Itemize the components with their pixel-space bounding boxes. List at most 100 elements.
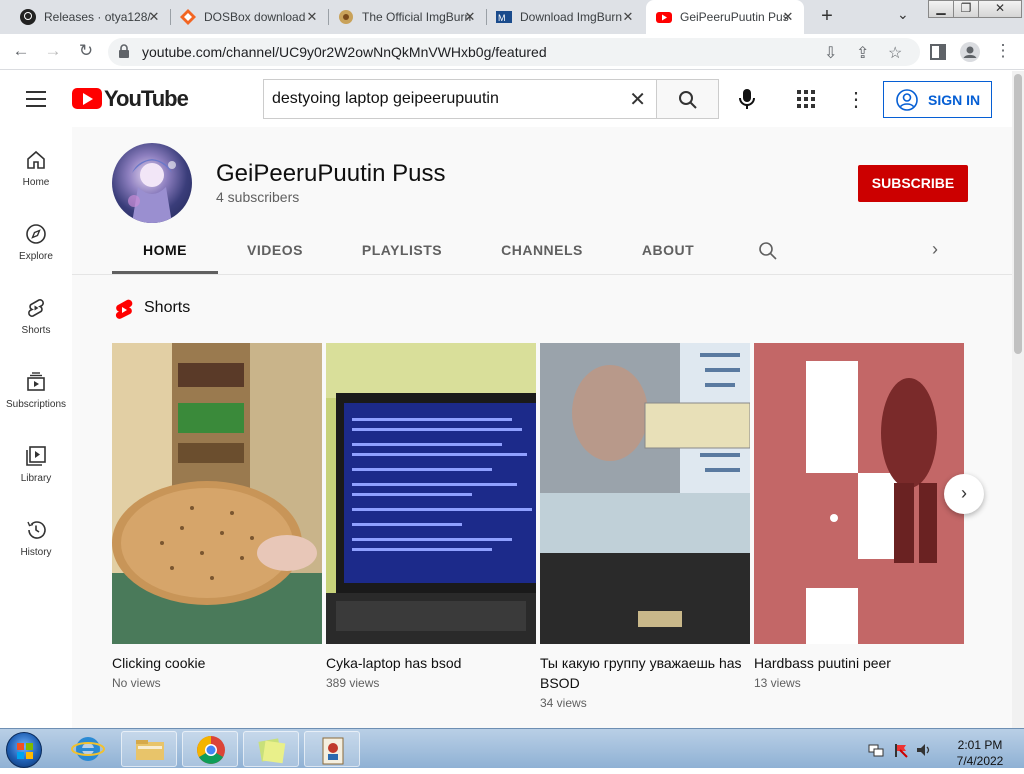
close-tab-icon[interactable]: ✕ [146, 9, 162, 25]
nav-item-home[interactable]: Home [0, 137, 72, 211]
short-views: No views [112, 676, 161, 690]
start-button[interactable] [6, 732, 42, 768]
reload-icon[interactable]: ↻ [75, 41, 97, 61]
short-title[interactable]: Ты какую группу уважаешь has BSOD [540, 653, 745, 693]
imgburn-icon [339, 10, 353, 24]
search-query[interactable]: destyoing laptop geipeerupuutin [272, 90, 499, 108]
channel-header: GeiPeeruPuutin Puss 4 subscribers SUBSCR… [72, 127, 1012, 274]
shorts-section-title: Shorts [144, 299, 191, 316]
browser-tab-imgburn-download[interactable]: M Download ImgBurn ✕ [486, 0, 644, 34]
settings-kebab-icon[interactable]: ⋮ [846, 87, 866, 112]
search-input[interactable]: destyoing laptop geipeerupuutin ✕ [263, 79, 656, 119]
short-title[interactable]: Hardbass puutini peer [754, 653, 959, 673]
hamburger-menu-icon[interactable] [26, 91, 46, 107]
internet-explorer-taskbar-button[interactable] [60, 731, 116, 767]
new-tab-button[interactable]: + [817, 5, 837, 28]
sourceforge-icon [180, 9, 196, 25]
nav-label: Subscriptions [5, 399, 67, 410]
forward-arrow-icon[interactable]: → [42, 41, 64, 61]
windows-logo-icon [17, 743, 33, 759]
close-tab-icon[interactable]: ✕ [462, 9, 478, 25]
network-icon[interactable] [868, 742, 884, 758]
history-icon [27, 521, 46, 539]
install-app-icon[interactable]: ⇩ [824, 43, 837, 63]
browser-tab-strip: Releases · otya128/ ✕ DOSBox download ✕ … [0, 0, 1024, 34]
nav-item-explore[interactable]: Explore [0, 211, 72, 285]
shorts-logo-icon [115, 299, 133, 319]
url-text: youtube.com/channel/UC9y0r2W2owNnQkMnVWH… [142, 44, 547, 60]
clear-search-icon[interactable]: ✕ [629, 87, 646, 112]
tab-home[interactable]: HOME [112, 234, 218, 274]
bsod-laptop-thumbnail-image [326, 343, 536, 644]
side-panel-icon[interactable] [930, 44, 946, 60]
tab-title: GeiPeeruPuutin Pus [680, 10, 789, 24]
nav-label: Shorts [21, 325, 51, 336]
game-taskbar-button[interactable] [304, 731, 360, 767]
short-card[interactable]: Ты какую группу уважаешь has BSOD 34 vie… [540, 343, 750, 710]
page-scrollbar[interactable] [1012, 71, 1024, 728]
short-card[interactable]: Cyka-laptop has bsod 389 views [326, 343, 536, 690]
clock-date[interactable]: 7/4/2022 [950, 754, 1010, 768]
short-thumbnail[interactable] [540, 343, 750, 644]
channel-search-icon[interactable] [758, 241, 778, 261]
subscribe-button[interactable]: SUBSCRIBE [858, 165, 968, 202]
browser-tab-releases[interactable]: Releases · otya128/ ✕ [10, 0, 170, 34]
bookmark-star-icon[interactable]: ☆ [888, 43, 902, 63]
search-icon [679, 91, 697, 109]
browser-toolbar: ← → ↻ youtube.com/channel/UC9y0r2W2owNnQ… [0, 34, 1024, 70]
tab-playlists[interactable]: PLAYLISTS [352, 234, 452, 274]
chevron-right-icon[interactable]: › [932, 239, 938, 260]
shorts-next-button[interactable]: › [944, 474, 984, 514]
card-game-icon [322, 737, 344, 765]
sign-in-button[interactable]: SIGN IN [883, 81, 992, 118]
chrome-taskbar-button[interactable] [182, 731, 238, 767]
chevron-down-icon[interactable]: ⌄ [897, 6, 909, 23]
apps-grid-icon[interactable] [797, 90, 815, 108]
close-tab-icon[interactable]: ✕ [304, 9, 320, 25]
minimize-button[interactable]: ▁ [928, 0, 954, 18]
maximize-button[interactable]: ❐ [953, 0, 979, 18]
microphone-icon[interactable] [735, 87, 759, 111]
close-window-button[interactable]: ✕ [978, 0, 1022, 18]
short-title[interactable]: Clicking cookie [112, 653, 317, 673]
channel-avatar[interactable] [112, 143, 192, 223]
scrollbar-thumb[interactable] [1014, 74, 1022, 354]
close-tab-icon[interactable]: ✕ [620, 9, 636, 25]
youtube-logo-icon[interactable] [72, 88, 102, 109]
nav-label: Explore [19, 251, 53, 262]
screen-photo-thumbnail-image [540, 343, 750, 644]
nav-item-history[interactable]: History [0, 507, 72, 581]
shorts-icon [28, 299, 44, 317]
back-arrow-icon[interactable]: ← [10, 41, 32, 61]
windows-taskbar: 2:01 PM 7/4/2022 [0, 728, 1024, 768]
browser-tab-imgburn-official[interactable]: The Official ImgBurn ✕ [328, 0, 486, 34]
clock-time[interactable]: 2:01 PM [950, 738, 1010, 752]
channel-name: GeiPeeruPuutin Puss [216, 160, 446, 187]
close-tab-icon[interactable]: ✕ [780, 9, 796, 25]
short-title[interactable]: Cyka-laptop has bsod [326, 653, 531, 673]
nav-label: History [20, 547, 52, 558]
short-thumbnail[interactable] [754, 343, 964, 644]
tab-about[interactable]: ABOUT [632, 234, 704, 274]
browser-tab-dosbox[interactable]: DOSBox download ✕ [170, 0, 328, 34]
profile-icon[interactable] [960, 42, 980, 62]
short-card[interactable]: Clicking cookie No views [112, 343, 322, 690]
tab-channels[interactable]: CHANNELS [492, 234, 592, 274]
nav-item-subscriptions[interactable]: Subscriptions [0, 359, 72, 433]
browser-tab-youtube-active[interactable]: GeiPeeruPuutin Pus ✕ [646, 0, 804, 34]
youtube-wordmark[interactable]: YouTube [104, 86, 189, 112]
nav-item-library[interactable]: Library [0, 433, 72, 507]
browser-menu-icon[interactable]: ⋮ [992, 41, 1014, 61]
tab-videos[interactable]: VIDEOS [235, 234, 315, 274]
sticky-notes-taskbar-button[interactable] [243, 731, 299, 767]
search-button[interactable] [656, 79, 719, 119]
short-thumbnail[interactable] [326, 343, 536, 644]
short-thumbnail[interactable] [112, 343, 322, 644]
volume-icon[interactable] [916, 742, 932, 758]
nav-item-shorts[interactable]: Shorts [0, 285, 72, 359]
share-icon[interactable]: ⇪ [856, 43, 869, 63]
address-bar[interactable]: youtube.com/channel/UC9y0r2W2owNnQkMnVWH… [108, 38, 920, 66]
short-card[interactable]: Hardbass puutini peer 13 views [754, 343, 964, 690]
action-center-flag-icon[interactable] [892, 742, 908, 758]
explorer-taskbar-button[interactable] [121, 731, 177, 767]
